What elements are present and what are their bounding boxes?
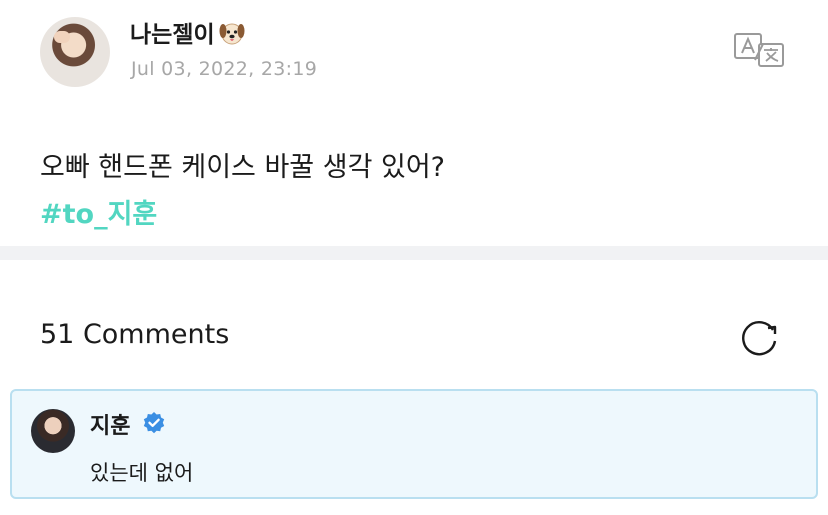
avatar-hand [54,31,70,43]
post-hashtag[interactable]: #to_지훈 [40,192,157,231]
translate-icon[interactable] [733,30,787,70]
refresh-icon[interactable] [738,316,782,360]
username-text: 나는젤이 [130,22,215,48]
user-avatar[interactable] [40,17,110,87]
comment-text: 있는데 없어 [90,461,194,485]
comment-author[interactable]: 지훈 [90,408,130,440]
post-timestamp: Jul 03, 2022, 23:19 [131,58,318,80]
post-text: 오빠 핸드폰 케이스 바꿀 생각 있어? [40,152,446,183]
commenter-avatar[interactable] [31,409,75,453]
post-username[interactable]: 나는젤이 [130,15,245,52]
dog-face-icon [219,20,245,52]
section-divider [0,246,828,260]
verified-badge-icon [142,411,166,435]
post: 나는젤이 Jul 03, 2022, 23:19 오빠 핸드폰 케이스 바꿀 생… [0,0,828,246]
comment-card[interactable]: 지훈 있는데 없어 [10,389,818,499]
comments-count: 51 Comments [40,319,230,350]
